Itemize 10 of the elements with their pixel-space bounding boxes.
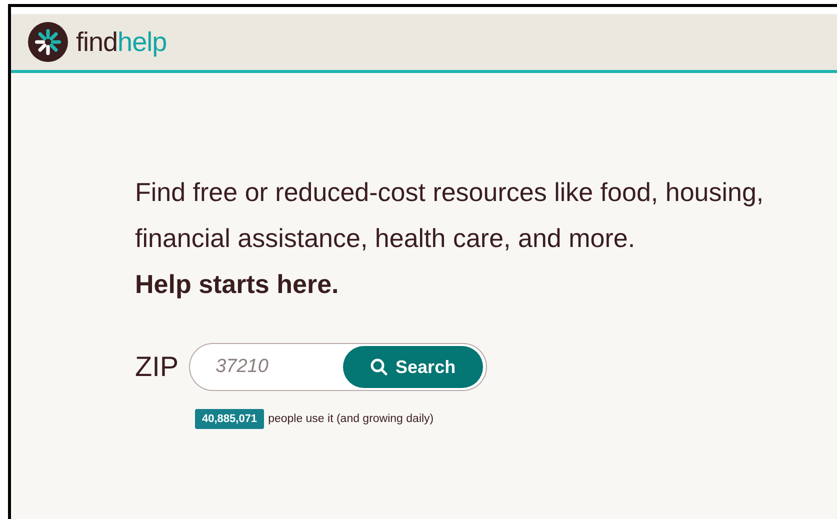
zip-label: ZIP [135,351,179,383]
user-count: 40,885,071 [195,409,264,429]
logo-icon [28,22,68,62]
search-button[interactable]: Search [342,346,483,388]
search-icon [370,358,388,376]
tagline: Help starts here. [135,268,340,301]
brand-name[interactable]: findhelp [76,26,167,58]
intro-text: Find free or reduced-cost resources like food, housing, financial assistance, health care, and more. [135,176,765,255]
zip-field[interactable]: 37210 Search [188,343,487,391]
user-count-caption: people use it (and growing daily) [268,413,434,425]
